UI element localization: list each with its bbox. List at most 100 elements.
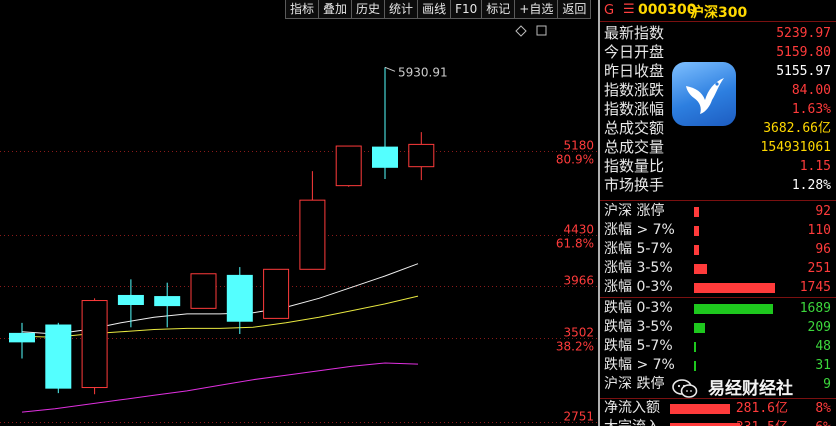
breadth-bar (694, 304, 773, 314)
flow-value: 281.6亿 (735, 401, 788, 416)
statistics-button[interactable]: 统计 (384, 0, 419, 19)
watermark: 易经财经社 (672, 377, 830, 401)
flow-pct: 6% (815, 418, 831, 426)
quote-label: 总成交量 (604, 138, 665, 156)
breadth-label: 沪深 涨停 (604, 203, 665, 219)
breadth-bar (694, 323, 705, 333)
quote-label: 今日开盘 (604, 43, 665, 61)
quote-value: 1.15 (799, 159, 831, 174)
chart-toolbar: 指标 叠加 历史 统计 画线 F10 标记 +自选 返回 (285, 0, 592, 19)
index-name: 沪深300 (690, 5, 748, 21)
breadth-row: 跌幅 3-5% 209 (600, 318, 836, 337)
quote-value: 154931061 (760, 140, 831, 155)
breadth-bar (694, 361, 696, 371)
breadth-label: 跌幅 0-3% (604, 300, 673, 316)
mark-button[interactable]: 标记 (481, 0, 516, 19)
bird-logo-icon (672, 62, 736, 126)
quote-label: 指数量比 (604, 157, 665, 175)
watermark-text: 易经财经社 (708, 379, 793, 399)
quote-label: 总成交额 (604, 119, 665, 137)
quote-row: 指数量比 1.15 (600, 157, 836, 176)
ma-line-white (21, 263, 419, 335)
f10-button[interactable]: F10 (450, 0, 483, 19)
quote-label: 指数涨幅 (604, 100, 665, 118)
indicator-button[interactable]: 指标 (285, 0, 320, 19)
square-icon (536, 25, 547, 36)
quote-label: 最新指数 (604, 24, 665, 42)
candle-down (45, 324, 72, 389)
fib-pct-label: 38.2% (556, 340, 594, 354)
kline-svg[interactable]: 518080.9% 443061.8% 3966 350238.2% 2751 5930.… (0, 0, 598, 426)
breadth-value: 209 (807, 320, 831, 335)
fib-pct-label: 61.8% (556, 237, 594, 251)
quote-value: 84.00 (791, 83, 831, 98)
breadth-value: 31 (815, 358, 831, 373)
separator-mid (600, 297, 836, 298)
flow-pct: 8% (815, 401, 831, 416)
breadth-row: 涨幅 > 7% 110 (600, 221, 836, 240)
price-level-label: 3966 (563, 274, 594, 288)
index-code: 000300 (638, 2, 697, 18)
quote-label: 市场换手 (604, 176, 665, 194)
breadth-label: 跌幅 5-7% (604, 338, 673, 354)
candle-up (190, 273, 217, 309)
price-level-label: 3502 (563, 326, 594, 340)
breadth-row: 跌幅 > 7% 31 (600, 356, 836, 375)
candle-up (81, 300, 108, 389)
add-watchlist-button[interactable]: +自选 (514, 0, 559, 19)
high-annotation: 5930.91 (398, 65, 448, 79)
menu-icon[interactable]: ☰ (623, 2, 635, 17)
breadth-label: 涨幅 3-5% (604, 260, 673, 276)
quote-value: 5239.97 (776, 26, 831, 41)
breadth-bar (694, 283, 775, 293)
breadth-bar (694, 226, 699, 236)
history-button[interactable]: 历史 (351, 0, 386, 19)
fib-pct-label: 80.9% (556, 153, 594, 167)
kline-chart[interactable]: 5180 80.9% 4430 61.8% 3966 3502 38.2% 2751 5930.… (0, 0, 598, 426)
breadth-row: 涨幅 5-7% 96 (600, 240, 836, 259)
candle-down (154, 296, 181, 307)
breadth-bar (694, 342, 696, 352)
quote-label: 指数涨跌 (604, 81, 665, 99)
breadth-value: 1689 (799, 301, 831, 316)
diamond-icon (515, 25, 527, 37)
draw-line-button[interactable]: 画线 (417, 0, 452, 19)
breadth-value: 1745 (799, 280, 831, 295)
candle-up (335, 145, 362, 187)
back-button[interactable]: 返回 (557, 0, 592, 19)
overlay-button[interactable]: 叠加 (318, 0, 353, 19)
quote-value: 5159.80 (776, 45, 831, 60)
quote-label: 昨日收盘 (604, 62, 665, 80)
ma-line-yellow (21, 295, 419, 338)
flag-label: G (604, 3, 615, 18)
candle-down (372, 146, 398, 168)
quote-value: 1.63% (791, 102, 831, 117)
breadth-row: 涨幅 0-3% 1745 (600, 278, 836, 297)
breadth-value: 251 (807, 261, 831, 276)
flow-bar (670, 404, 730, 414)
breadth-row: 沪深 涨停 92 (600, 202, 836, 221)
breadth-label: 涨幅 > 7% (604, 222, 675, 238)
breadth-row: 跌幅 0-3% 1689 (600, 299, 836, 318)
ma-line-magenta (21, 362, 419, 413)
quote-value: 3682.66亿 (763, 121, 831, 136)
price-level-label: 2751 (563, 410, 594, 424)
candle-down (9, 332, 35, 343)
breadth-value: 48 (815, 339, 831, 354)
separator-top (600, 200, 836, 201)
quote-value: 1.28% (791, 178, 831, 193)
quote-value: 5155.97 (776, 64, 831, 79)
breadth-value: 96 (815, 242, 831, 257)
price-level-label: 5180 (563, 139, 594, 153)
candle-down (226, 274, 253, 322)
breadth-label: 跌幅 > 7% (604, 357, 675, 373)
breadth-label: 涨幅 5-7% (604, 241, 673, 257)
candle-up (408, 143, 435, 168)
wechat-icon (672, 379, 698, 398)
price-level-label: 4430 (563, 223, 594, 237)
high-marker-line (384, 66, 396, 72)
breadth-label: 跌幅 3-5% (604, 319, 673, 335)
breadth-bar (694, 245, 699, 255)
flow-label: 大宗流入 (604, 418, 660, 426)
breadth-label: 沪深 跌停 (604, 376, 665, 392)
